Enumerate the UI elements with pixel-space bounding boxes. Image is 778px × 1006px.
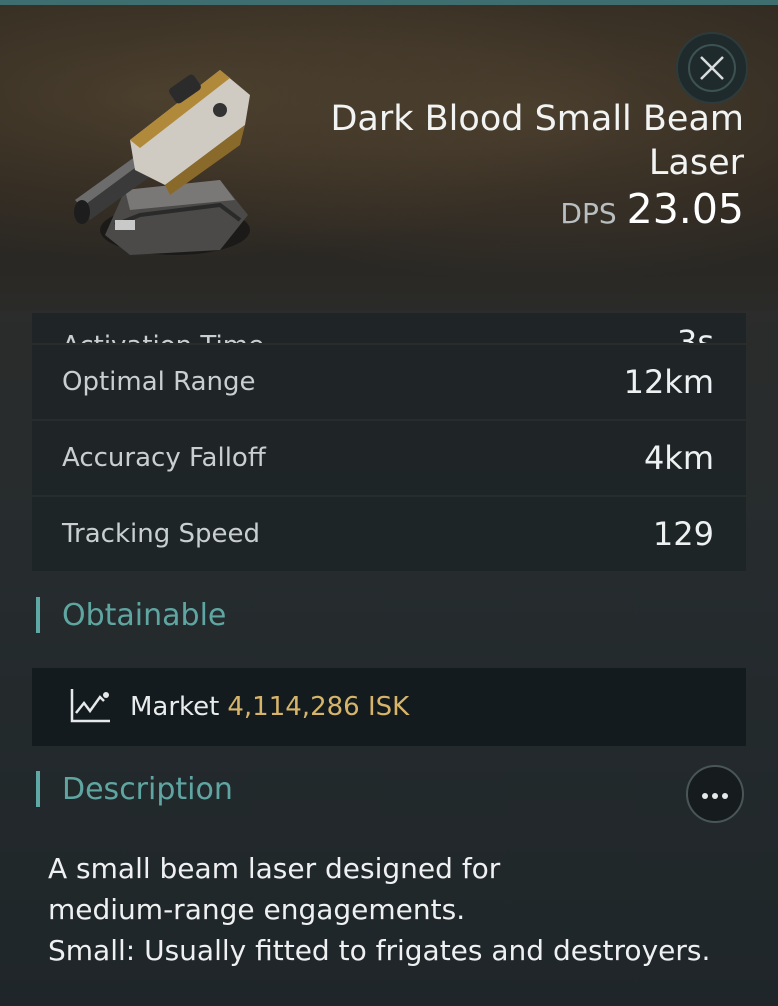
dps-label: DPS (560, 197, 617, 230)
description-line: A small beam laser designed for (48, 852, 501, 885)
obtainable-heading: Obtainable (36, 597, 226, 633)
description-text: A small beam laser designed for medium-r… (48, 848, 748, 971)
description-line: medium-range engagements. (48, 893, 466, 926)
stat-name: Accuracy Falloff (62, 443, 266, 473)
section-accent-bar (36, 597, 40, 633)
close-button[interactable] (676, 32, 748, 104)
stat-row-activation-time: Activation Time 3s (32, 313, 746, 343)
stat-name: Activation Time (62, 331, 264, 343)
description-line: Small: Usually fitted to frigates and de… (48, 934, 711, 967)
stat-value: 12km (623, 363, 714, 401)
description-heading: Description (36, 771, 233, 807)
description-heading-text: Description (62, 771, 233, 807)
stat-value: 3s (676, 323, 714, 343)
stats-list[interactable]: Activation Time 3s Optimal Range 12km Ac… (32, 313, 746, 573)
stat-row-optimal-range: Optimal Range 12km (32, 345, 746, 419)
more-options-button[interactable] (686, 765, 744, 823)
item-title: Dark Blood Small Beam Laser (330, 99, 744, 183)
dps-value: 23.05 (626, 185, 744, 233)
close-icon (688, 44, 736, 92)
section-accent-bar (36, 771, 40, 807)
market-label: Market (130, 692, 220, 722)
market-row[interactable]: Market 4,114,286 ISK (32, 668, 746, 746)
market-price: 4,114,286 ISK (227, 692, 410, 722)
stat-row-tracking-speed: Tracking Speed 129 (32, 497, 746, 571)
stat-value: 4km (643, 439, 714, 477)
more-icon (700, 785, 730, 804)
stat-name: Tracking Speed (62, 519, 261, 549)
item-image (70, 50, 260, 265)
item-header: Dark Blood Small Beam Laser DPS 23.05 (0, 5, 778, 310)
stat-value: 129 (652, 515, 714, 553)
obtainable-heading-text: Obtainable (62, 597, 227, 633)
market-chart-icon (70, 687, 112, 727)
dps-readout: DPS 23.05 (560, 185, 744, 233)
stat-name: Optimal Range (62, 367, 256, 397)
stat-row-accuracy-falloff: Accuracy Falloff 4km (32, 421, 746, 495)
